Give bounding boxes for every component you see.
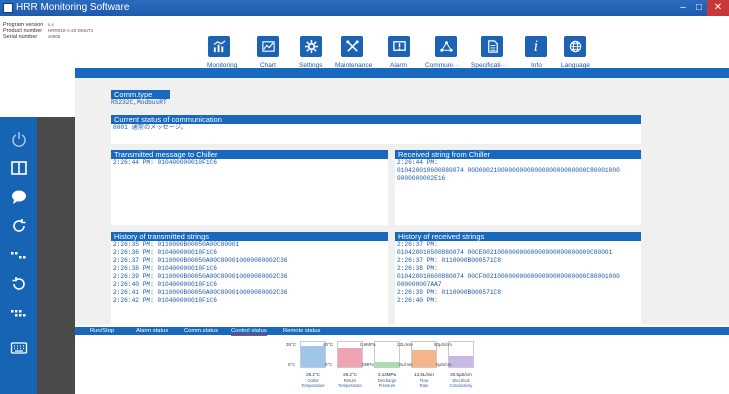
serial-number-label: Serial number [3,34,38,40]
gauge-min: 0µS/cm [436,362,452,367]
history-tx-line: 2:26:38 PM: 010400000010F1C6 [113,265,217,272]
tab-alarm-status[interactable]: Alarm status [136,327,168,335]
gauge-max: 22L/min [397,342,414,347]
tab-control-status[interactable]: Control status [231,327,267,336]
info-icon: i [525,36,547,57]
gauge-value: 20.6µS/cm [450,372,472,377]
history-rx-line: 2:26:40 PM: [397,297,438,304]
power-icon[interactable] [9,129,29,149]
chat-icon[interactable] [9,187,29,207]
gauge-value: 28.2°C [306,372,320,377]
globe-icon [564,36,586,57]
panel-icon[interactable] [9,158,29,178]
gauge-fill [301,346,325,367]
history-rx-line: 2:26:37 PM: [397,241,438,248]
tab-remote-status[interactable]: Remote status [283,327,320,335]
current-status-title: Current status of communication [111,115,641,124]
serial-number-value: x0000 [48,34,61,39]
history-rx-box[interactable]: 2:26:37 PM: 010420010500880074 00CE00210… [395,241,641,325]
gauge-label: Rate [419,383,429,388]
rotate-icon[interactable] [9,274,29,294]
header: Program version x.x Product number HRR01… [0,16,729,69]
sequence-icon[interactable] [9,245,29,265]
history-tx-line: 2:26:40 PM: 010400000010F1C6 [113,281,217,288]
gauge-min: 0°C [325,362,333,367]
received-line: 0000000002E16 [397,175,446,182]
gauge-value: 28.2°C [343,372,357,377]
refresh-icon[interactable] [9,216,29,236]
gauge-fill [375,362,399,367]
gauge-label: Pressure [378,383,396,388]
title-bar: HRR Monitoring Software – □ ✕ [0,0,729,16]
top-blue-bar [75,68,729,78]
gauge-min: 5°C [288,362,296,367]
history-tx-line: 2:26:36 PM: 010400000010F1C6 [113,249,217,256]
document-icon [481,36,503,57]
current-status-box: 8001 通常のメッセージ。 [111,124,641,144]
history-tx-line: 2:26:35 PM: 0110000B00050A00C80001 [113,241,240,248]
history-tx-line: 2:26:37 PM: 0110000B00050A00C80001000000… [113,257,288,264]
history-rx-line: 2:26:39 PM: 0110000B000571C8 [397,289,501,296]
gauge-min: 0L/min [399,362,413,367]
keyboard-icon[interactable] [9,338,29,358]
history-tx-line: 2:26:42 PM: 010400000010F1C6 [113,297,217,304]
history-rx-line: 000000007AA7 [397,281,442,288]
gauge-max: 50µS/cm [434,342,452,347]
alarm-icon [388,36,410,57]
received-line: 2:26:44 PM: [397,159,438,166]
gauge-fill [412,350,436,367]
transmitted-title: Transmitted message to Chiller [111,150,388,159]
gauge-label: Conductivity [449,383,473,388]
current-status-value: 8001 通常のメッセージ。 [113,124,187,131]
gauge-min: 0MPa [362,362,374,367]
tab-comm-status[interactable]: Comm.status [184,327,218,335]
gauge-label: Temperature [338,383,362,388]
history-rx-line: 010420010500880074 00CE00210000000000000… [397,249,613,256]
maximize-button[interactable]: □ [691,0,707,16]
history-tx-line: 2:26:39 PM: 0110000B00050A00C80001000000… [113,273,288,280]
history-rx-title: History of received strings [395,232,641,241]
tab-run-stop[interactable]: Run/Stop [90,327,114,335]
minimize-button[interactable]: – [675,0,691,16]
history-rx-line: 010420010600880074 00CF00210000000000000… [397,273,620,280]
close-button[interactable]: ✕ [707,0,729,16]
monitoring-icon [208,36,230,57]
history-rx-line: 2:26:38 PM: [397,265,438,272]
transmitted-box: 2:26:44 PM: 010400000010F1C6 [111,159,388,225]
chart-icon [257,36,279,57]
gauge-value: 13.6L/min [414,372,434,377]
gauge-fill [338,348,362,367]
sidebar-shadow [37,117,75,394]
dots-icon[interactable] [9,303,29,323]
transmitted-value: 2:26:44 PM: 010400000010F1C6 [113,159,217,166]
comm-type-value: RS232C,ModbusRT [111,99,167,106]
left-sidebar [0,117,37,394]
gauge-max: 0.6MPa [360,342,376,347]
gauge-max: 40°C [323,342,334,347]
app-icon [3,3,13,13]
history-tx-title: History of transmitted strings [111,232,388,241]
received-title: Received string from Chiller [395,150,641,159]
status-tab-bar: Run/Stop Alarm status Comm.status Contro… [75,327,729,336]
comm-type-title: Comm.type [111,90,170,99]
window-title: HRR Monitoring Software [16,2,130,13]
gauge-label: Temperature [301,383,325,388]
network-icon [435,36,457,57]
gauge-fill [449,356,473,367]
received-box: 2:26:44 PM: 010420010600880074 00D000210… [395,159,641,225]
gauge-value: 0.12MPa [377,372,396,377]
gear-icon [300,36,322,57]
tools-icon [341,36,363,57]
history-rx-line: 2:26:37 PM: 0110000B000571C8 [397,257,501,264]
gauge-max: 35°C [286,342,297,347]
history-tx-line: 2:26:41 PM: 0110000B00050A00C80001000000… [113,289,288,296]
received-line: 010420010600880074 00D000210000000000000… [397,167,620,174]
history-tx-box[interactable]: 2:26:35 PM: 0110000B00050A00C80001 2:26:… [111,241,388,325]
